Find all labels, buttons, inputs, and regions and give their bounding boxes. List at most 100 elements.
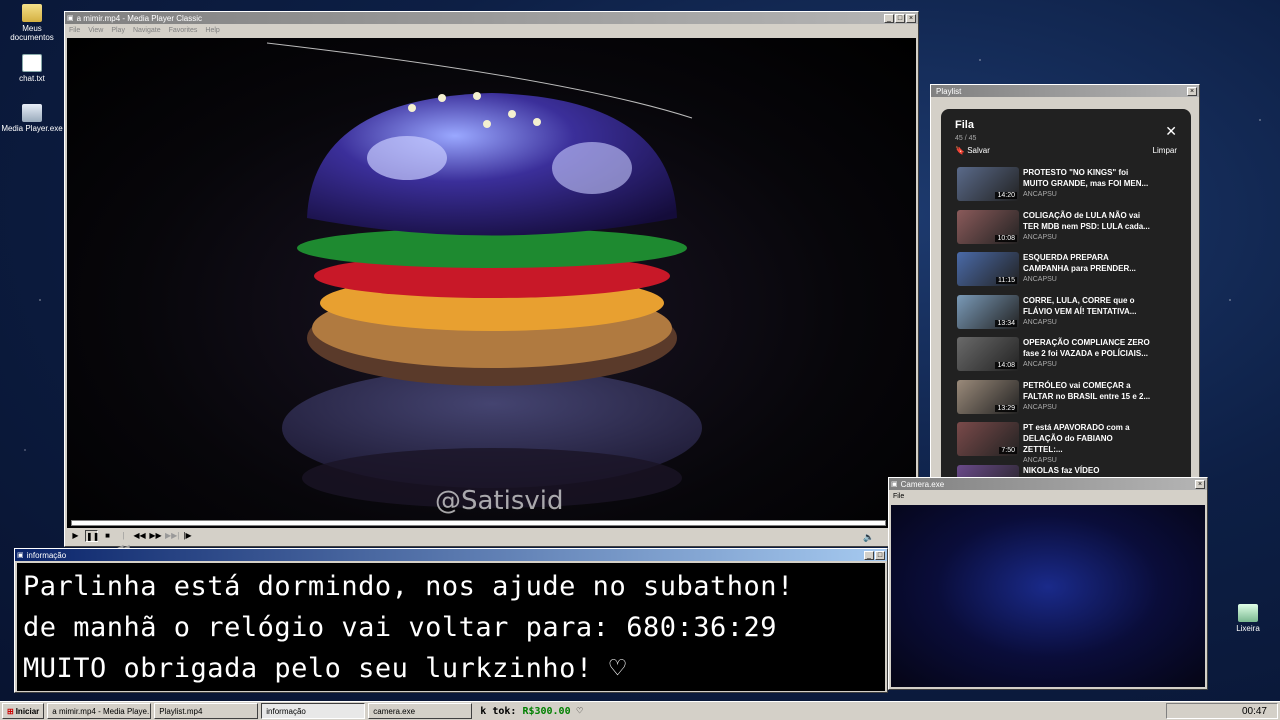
media-player-window[interactable]: ▣ a mimir.mp4 - Media Player Classic _ □…: [64, 11, 919, 552]
video-duration: 11:15: [996, 277, 1017, 284]
queue-item-info: OPERAÇÃO COMPLIANCE ZERO fase 2 foi VAZA…: [1023, 337, 1153, 380]
desktop-icon-media-player[interactable]: Media Player.exe: [0, 104, 64, 133]
task-info[interactable]: informação: [261, 703, 366, 719]
video-title: PETRÓLEO vai COMEÇAR a FALTAR no BRASIL …: [1023, 380, 1151, 401]
desktop-icon-recycle-bin[interactable]: Lixeira: [1216, 604, 1280, 633]
clock[interactable]: 00:47: [1242, 706, 1267, 717]
tok-label: k tok:: [480, 705, 517, 717]
desktop-icon-label: Lixeira: [1236, 624, 1260, 633]
menu-play[interactable]: Play: [111, 27, 125, 34]
info-titlebar[interactable]: ▣ informação _ □: [15, 549, 887, 561]
video-frame: [266, 42, 702, 508]
video-duration: 14:20: [995, 192, 1017, 199]
video-title: ESQUERDA PREPARA CAMPANHA para PRENDER..…: [1023, 253, 1136, 273]
video-title: PT está APAVORADO com a DELAÇÃO do FABIA…: [1023, 423, 1130, 454]
minimize-button[interactable]: _: [864, 550, 874, 560]
video-channel: ANCAPSU: [1023, 276, 1057, 283]
skip-back-icon[interactable]: |◀◀: [117, 530, 130, 552]
tok-counter: k tok: R$300.00 ♡: [480, 706, 582, 717]
video-duration: 10:08: [995, 234, 1017, 242]
close-button[interactable]: ×: [1187, 86, 1197, 96]
queue-item-info: PT está APAVORADO com a DELAÇÃO do FABIA…: [1023, 422, 1153, 465]
video-title: CORRE, LULA, CORRE que o FLÁVIO VEM AÍ! …: [1023, 295, 1137, 316]
queue-list: 14:20 PROTESTO "NO KINGS" foi MUITO GRAND…: [957, 167, 1185, 481]
video-title: COLIGAÇÃO de LULA NÃO vai TER MDB nem PS…: [1023, 210, 1150, 231]
menu-view[interactable]: View: [88, 27, 103, 34]
pause-icon[interactable]: ❚❚: [85, 530, 99, 542]
task-playlist[interactable]: Playlist.mp4: [154, 703, 259, 719]
video-channel: ANCAPSU: [1023, 403, 1057, 411]
video-duration: 7:50: [999, 447, 1017, 454]
windows-logo-icon: ⊞: [7, 706, 14, 716]
video-channel: ANCAPSU: [1023, 233, 1057, 241]
frame-step-icon[interactable]: |▶: [181, 530, 194, 542]
queue-item[interactable]: 13:29 PETRÓLEO vai COMEÇAR a FALTAR no BR…: [957, 379, 1185, 423]
window-title: Playlist: [936, 86, 962, 96]
video-channel: ANCAPSU: [1023, 191, 1057, 198]
queue-item-info: PETRÓLEO vai COMEÇAR a FALTAR no BRASIL …: [1023, 380, 1153, 423]
window-title: informação: [26, 550, 67, 560]
info-line-3: MUITO obrigada pelo seu lurkzinho! ♡: [23, 653, 627, 684]
volume-icon[interactable]: 🔈: [863, 532, 874, 543]
desktop-icon-label: Media Player.exe: [1, 124, 63, 133]
play-icon[interactable]: ▶: [69, 530, 82, 542]
video-channel: ANCAPSU: [1023, 361, 1057, 368]
task-camera[interactable]: camera.exe: [368, 703, 473, 719]
seek-bar[interactable]: [71, 520, 886, 526]
app-icon: ▣: [17, 552, 24, 559]
task-media-player[interactable]: a mimir.mp4 - Media Playe...: [47, 703, 152, 719]
video-thumbnail: 13:29: [957, 379, 1019, 414]
skip-forward-icon[interactable]: ▶▶|: [165, 530, 179, 542]
desktop-icon-label: Meus documentos: [10, 24, 54, 42]
clear-button[interactable]: Limpar: [1153, 146, 1177, 155]
queue-item[interactable]: 11:15 ESQUERDA PREPARA CAMPANHA para PREN…: [957, 252, 1185, 295]
camera-feed: [891, 505, 1205, 687]
queue-item[interactable]: 14:08 OPERAÇÃO COMPLIANCE ZERO fase 2 foi…: [957, 337, 1185, 380]
close-icon[interactable]: ✕: [1165, 123, 1177, 140]
queue-item[interactable]: 14:20 PROTESTO "NO KINGS" foi MUITO GRAND…: [957, 167, 1185, 210]
folder-icon: [22, 4, 42, 22]
video-duration: 13:29: [995, 404, 1017, 412]
close-button[interactable]: ×: [906, 13, 916, 23]
forward-icon[interactable]: ▶▶: [149, 530, 162, 542]
playlist-window[interactable]: Playlist × Fila 45 / 45 🔖 Salvar Limpar …: [930, 84, 1200, 481]
save-label: Salvar: [967, 146, 990, 155]
maximize-button[interactable]: □: [875, 550, 885, 560]
camera-window[interactable]: ▣ Camera.exe × File: [888, 477, 1208, 690]
queue-item[interactable]: 10:08 COLIGAÇÃO de LULA NÃO vai TER MDB n…: [957, 209, 1185, 253]
menu-help[interactable]: Help: [205, 27, 219, 34]
window-title: Camera.exe: [900, 479, 945, 489]
info-line-2: de manhã o relógio vai voltar para: 680:…: [23, 612, 777, 643]
menu-navigate[interactable]: Navigate: [133, 27, 161, 34]
close-button[interactable]: ×: [1195, 479, 1205, 489]
rewind-icon[interactable]: ◀◀: [133, 530, 146, 542]
window-title: a mimir.mp4 - Media Player Classic: [76, 13, 202, 23]
desktop-icon-chat[interactable]: chat.txt: [0, 54, 64, 83]
video-channel: ANCAPSU: [1023, 318, 1057, 326]
queue-panel: Fila 45 / 45 🔖 Salvar Limpar ✕ 14:20 PROT…: [941, 109, 1191, 481]
taskbar: ⊞ Iniciar a mimir.mp4 - Media Playe... P…: [0, 701, 1280, 720]
menu-bar: File: [889, 490, 1207, 502]
maximize-button[interactable]: □: [895, 13, 905, 23]
menu-file[interactable]: File: [69, 27, 80, 34]
video-thumbnail: 13:34: [957, 294, 1019, 329]
video-area[interactable]: @Satisvid: [67, 38, 916, 528]
stop-icon[interactable]: ■: [101, 530, 114, 542]
app-icon: ▣: [891, 481, 898, 488]
menu-file[interactable]: File: [893, 493, 904, 500]
queue-item[interactable]: 7:50 PT está APAVORADO com a DELAÇÃO do F…: [957, 422, 1185, 465]
info-text: Parlinha está dormindo, nos ajude no sub…: [17, 563, 885, 691]
queue-item[interactable]: 13:34 CORRE, LULA, CORRE que o FLÁVIO VEM…: [957, 294, 1185, 338]
desktop-icon-documents[interactable]: Meus documentos: [0, 4, 64, 42]
info-window[interactable]: ▣ informação _ □ Parlinha está dormindo,…: [14, 548, 888, 693]
start-button[interactable]: ⊞ Iniciar: [2, 703, 45, 719]
minimize-button[interactable]: _: [884, 13, 894, 23]
playlist-titlebar[interactable]: Playlist ×: [931, 85, 1199, 97]
media-player-titlebar[interactable]: ▣ a mimir.mp4 - Media Player Classic _ □…: [65, 12, 918, 24]
start-label: Iniciar: [15, 706, 40, 716]
queue-item-info: COLIGAÇÃO de LULA NÃO vai TER MDB nem PS…: [1023, 210, 1153, 253]
menu-favorites[interactable]: Favorites: [169, 27, 198, 34]
camera-titlebar[interactable]: ▣ Camera.exe ×: [889, 478, 1207, 490]
save-button[interactable]: 🔖 Salvar: [955, 146, 990, 155]
bookmark-icon: 🔖: [955, 146, 965, 155]
